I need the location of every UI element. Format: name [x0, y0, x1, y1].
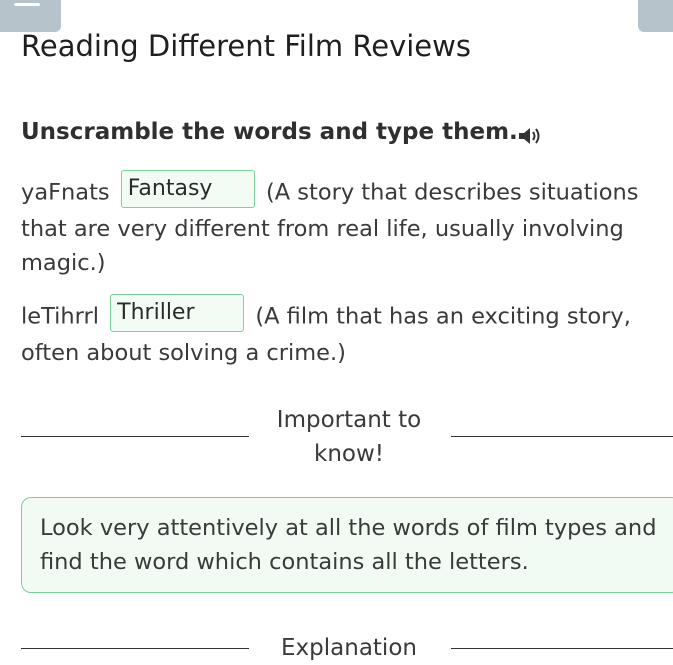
page-title: Reading Different Film Reviews: [21, 29, 471, 63]
answer-input[interactable]: Thriller: [110, 294, 244, 332]
task-instruction: Unscramble the words and type them.: [21, 119, 518, 145]
exercise-item-2: leTihrrl Thriller (A film that has an ex…: [21, 298, 661, 370]
divider: [451, 648, 673, 649]
important-note: Look very attentively at all the words o…: [21, 497, 673, 593]
speaker-icon[interactable]: [518, 125, 544, 147]
menu-icon: [14, 3, 40, 6]
divider: [21, 436, 249, 437]
scrambled-word: leTihrrl: [21, 304, 99, 330]
definition-text: (A story that describes situations that …: [21, 180, 639, 277]
divider: [21, 648, 249, 649]
explanation-heading[interactable]: Explanation: [262, 631, 436, 665]
important-heading: Important to know!: [262, 403, 436, 471]
menu-button[interactable]: [0, 0, 61, 32]
check-button[interactable]: [638, 0, 673, 32]
answer-input[interactable]: Fantasy: [121, 170, 255, 208]
scrambled-word: yaFnats: [21, 180, 110, 206]
exercise-item-1: yaFnats Fantasy (A story that describes …: [21, 174, 661, 280]
divider: [451, 436, 673, 437]
